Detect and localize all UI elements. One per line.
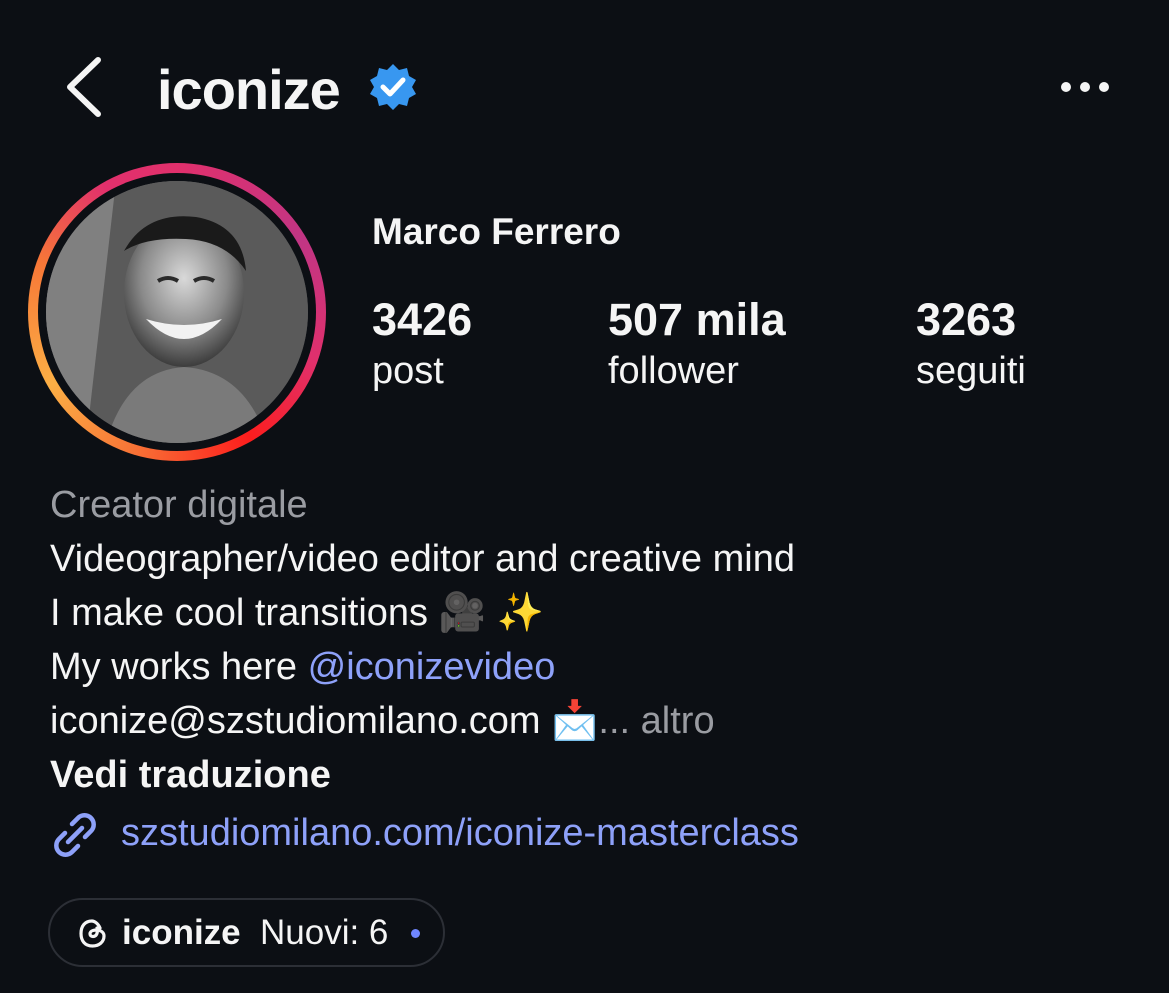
bio-line: iconize@szstudiomilano.com 📩... altro xyxy=(50,694,1150,748)
chevron-left-icon[interactable] xyxy=(62,54,106,120)
ellipsis-text: ... xyxy=(598,700,631,742)
threads-username: iconize xyxy=(122,913,241,952)
new-indicator-dot xyxy=(411,929,420,938)
bio-text: iconize@szstudiomilano.com 📩 xyxy=(50,700,599,742)
threads-badge-button[interactable]: iconize Nuovi: 6 xyxy=(48,898,445,967)
link-icon xyxy=(54,813,96,857)
avatar xyxy=(46,181,308,443)
stat-posts-value: 3426 xyxy=(372,294,473,345)
display-name: Marco Ferrero xyxy=(372,211,621,252)
external-link-text[interactable]: szstudiomilano.com/iconize-masterclass xyxy=(121,806,799,860)
threads-icon xyxy=(79,919,106,948)
profile-username: iconize xyxy=(157,58,341,121)
bio-text: My works here xyxy=(50,646,308,688)
bio: Creator digitale Videographer/video edit… xyxy=(50,478,1150,802)
threads-new-count: Nuovi: 6 xyxy=(260,913,389,952)
more-link[interactable]: altro xyxy=(641,700,715,742)
top-bar: iconize xyxy=(0,0,1169,175)
stat-followers-value: 507 mila xyxy=(608,294,786,345)
mention-link[interactable]: @iconizevideo xyxy=(308,646,556,688)
bio-line: Videographer/video editor and creative m… xyxy=(50,538,795,580)
stat-posts[interactable]: 3426 post xyxy=(372,294,472,396)
stat-following[interactable]: 3263 seguiti xyxy=(916,294,1026,396)
stat-following-value: 3263 xyxy=(916,294,1017,345)
see-translation-link[interactable]: Vedi traduzione xyxy=(50,748,1150,802)
stat-following-label: seguiti xyxy=(916,350,1026,392)
category-label: Creator digitale xyxy=(50,484,308,526)
avatar-photo xyxy=(46,181,308,443)
ellipsis-icon[interactable] xyxy=(1056,72,1114,102)
stat-followers-label: follower xyxy=(608,350,739,392)
stat-posts-label: post xyxy=(372,350,444,392)
bio-line: My works here @iconizevideo xyxy=(50,640,1150,694)
verified-badge-icon xyxy=(370,64,416,110)
bio-line: I make cool transitions 🎥 ✨ xyxy=(50,592,544,634)
stat-followers[interactable]: 507 mila follower xyxy=(608,294,786,396)
story-ring[interactable] xyxy=(28,163,326,461)
